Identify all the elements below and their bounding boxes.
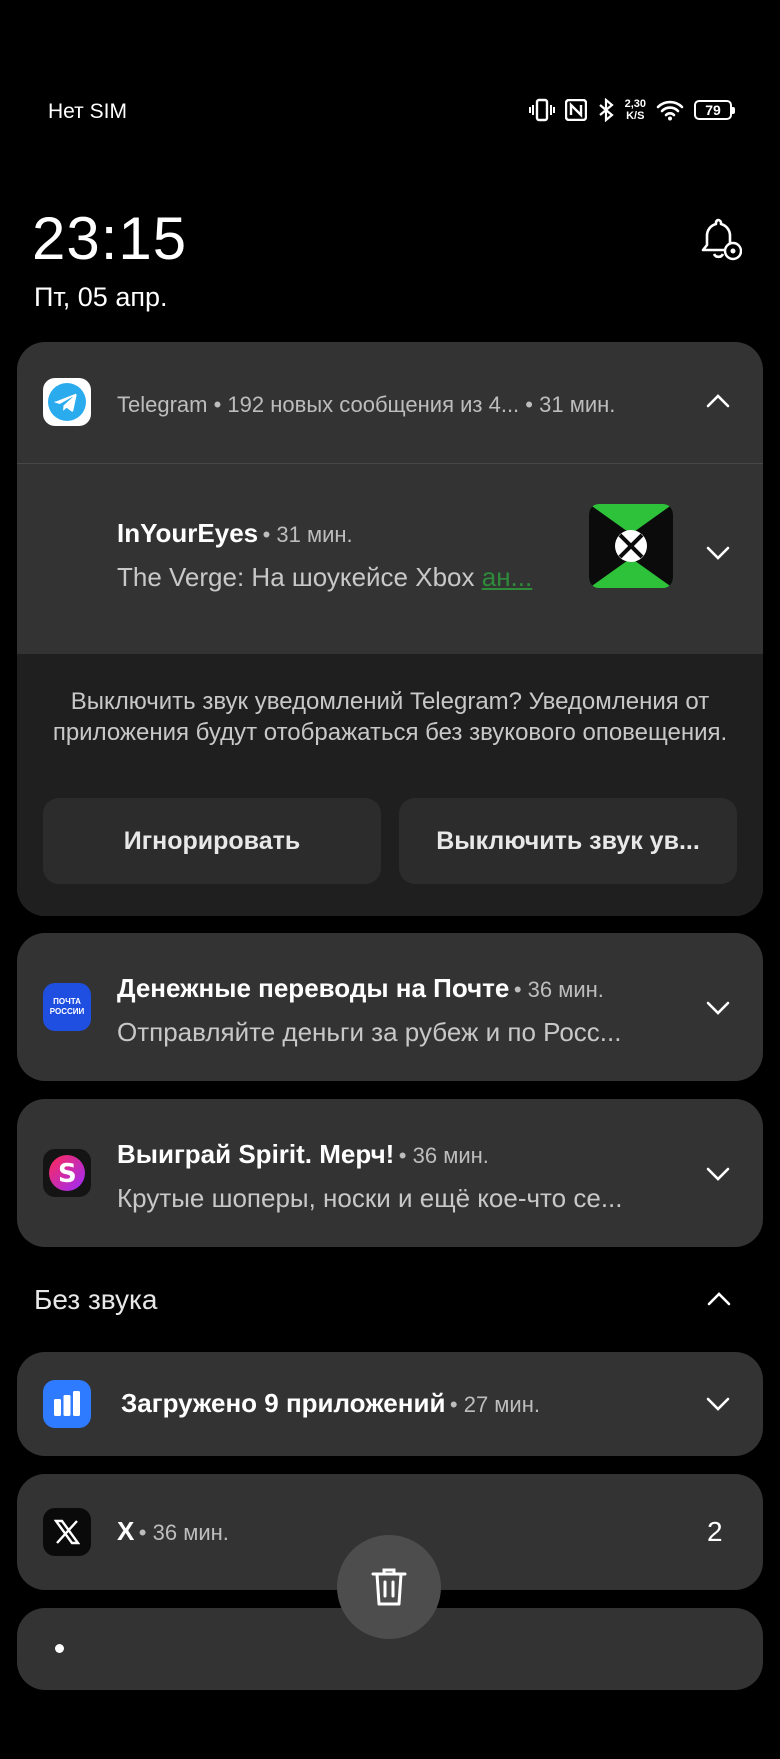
pochta-notification[interactable]: ПОЧТА РОССИИ Денежные переводы на Почте …: [17, 933, 763, 1081]
pochta-text: Отправляйте деньги за рубеж и по Росс...: [117, 1017, 622, 1047]
x-app-icon: [43, 1508, 91, 1556]
telegram-summary: • 192 новых сообщения из 4...: [213, 392, 520, 417]
mute-suggestion: Выключить звук уведомлений Telegram? Уве…: [17, 654, 763, 916]
app-store-icon: [43, 1380, 91, 1428]
pochta-time: • 36 мин.: [513, 977, 604, 1002]
ignore-button[interactable]: Игнорировать: [43, 798, 381, 884]
chevron-up-icon[interactable]: [704, 1284, 734, 1314]
message-sender: InYourEyes: [117, 518, 259, 548]
mute-button[interactable]: Выключить звук ув...: [399, 798, 737, 884]
lockscreen-date: Пт, 05 апр.: [34, 282, 168, 312]
xbox-logo-icon: [589, 504, 673, 588]
telegram-icon: [48, 383, 86, 421]
chevron-down-icon[interactable]: [703, 538, 733, 568]
telegram-time: • 31 мин.: [525, 392, 616, 417]
trash-icon: [371, 1568, 407, 1606]
battery-level: 79: [705, 102, 721, 118]
chevron-down-icon[interactable]: [703, 993, 733, 1023]
chevron-up-icon[interactable]: [703, 386, 733, 416]
lockscreen-time: 23:15: [32, 205, 188, 272]
telegram-app-name: Telegram: [117, 392, 208, 417]
message-text: The Verge: На шоукейсе Xbox ан...: [117, 562, 577, 593]
spirit-notification[interactable]: S Выиграй Spirit. Мерч! • 36 мин. Крутые…: [17, 1099, 763, 1247]
network-speed: 2,30 K/S: [625, 98, 646, 122]
spirit-logo-icon: S: [49, 1155, 85, 1191]
status-icons: 2,30 K/S 79: [528, 98, 735, 122]
notification-dot: [55, 1644, 64, 1653]
telegram-message[interactable]: InYourEyes • 31 мин. The Verge: На шоуке…: [17, 464, 763, 640]
x-header: X • 36 мин.: [117, 1516, 229, 1547]
downloads-title: Загружено 9 приложений: [121, 1388, 446, 1418]
message-time: • 31 мин.: [262, 522, 353, 547]
spirit-app-icon: S: [43, 1149, 91, 1197]
speed-unit: K/S: [626, 110, 645, 122]
chevron-down-icon[interactable]: [703, 1389, 733, 1419]
telegram-app-icon: [43, 378, 91, 426]
downloads-time: • 27 мин.: [449, 1392, 540, 1417]
message-header: InYourEyes • 31 мин.: [117, 518, 353, 549]
x-count-badge: 2: [707, 1516, 723, 1547]
x-time: • 36 мин.: [138, 1520, 229, 1545]
spirit-title: Выиграй Spirit. Мерч!: [117, 1139, 395, 1169]
bluetooth-icon: [598, 98, 614, 122]
notification-settings-icon[interactable]: [698, 216, 742, 262]
svg-text:S: S: [58, 1159, 77, 1189]
spirit-header: Выиграй Spirit. Мерч! • 36 мин.: [117, 1139, 489, 1170]
clear-all-button[interactable]: [337, 1535, 441, 1639]
spirit-text: Крутые шоперы, носки и ещё кое-что се...: [117, 1183, 623, 1213]
pochta-header: Денежные переводы на Почте • 36 мин.: [117, 973, 604, 1004]
x-logo-icon: [54, 1519, 80, 1545]
carrier-label: Нет SIM: [48, 100, 127, 123]
xbox-thumbnail: [589, 504, 673, 588]
spirit-time: • 36 мин.: [398, 1143, 489, 1168]
mute-prompt-text: Выключить звук уведомлений Telegram? Уве…: [52, 688, 728, 746]
downloads-header: Загружено 9 приложений • 27 мин.: [121, 1388, 540, 1419]
wifi-icon: [656, 100, 684, 121]
pochta-title: Денежные переводы на Почте: [117, 973, 510, 1003]
silent-section-header: Без звука: [34, 1284, 158, 1315]
downloads-notification[interactable]: Загружено 9 приложений • 27 мин.: [17, 1352, 763, 1456]
speed-value: 2,30: [624, 98, 646, 110]
nfc-icon: [564, 99, 587, 121]
x-title: X: [117, 1516, 135, 1546]
apps-installed-icon: [54, 1391, 80, 1416]
message-body: The Verge: На шоукейсе Xbox: [117, 562, 475, 592]
battery-indicator: 79: [694, 100, 735, 120]
telegram-notification-group[interactable]: Telegram • 192 новых сообщения из 4... •…: [17, 342, 763, 916]
chevron-down-icon[interactable]: [703, 1159, 733, 1189]
vibrate-icon: [528, 98, 555, 122]
telegram-header: Telegram • 192 новых сообщения из 4... •…: [117, 392, 615, 418]
message-link[interactable]: ан...: [482, 562, 533, 592]
pochta-app-icon: ПОЧТА РОССИИ: [43, 983, 91, 1031]
